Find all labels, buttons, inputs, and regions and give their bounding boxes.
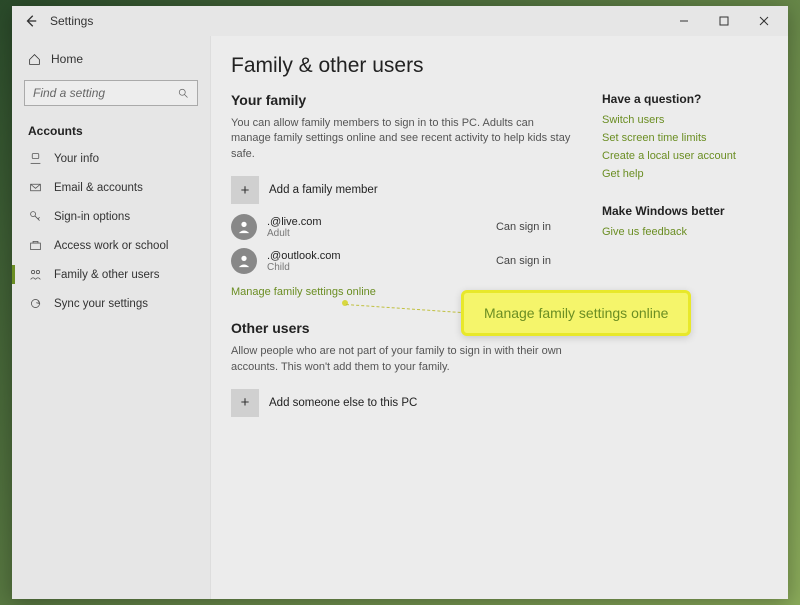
- maximize-button[interactable]: [704, 6, 744, 36]
- help-link-screen-time[interactable]: Set screen time limits: [602, 132, 762, 144]
- sidebar-item-label: Family & other users: [54, 269, 159, 281]
- sidebar-item-signin[interactable]: Sign-in options: [12, 202, 210, 231]
- member-email: .@live.com: [267, 216, 417, 228]
- sidebar-item-your-info[interactable]: Your info: [12, 144, 210, 173]
- sidebar-item-family[interactable]: Family & other users: [12, 260, 210, 289]
- help-link-switch-users[interactable]: Switch users: [602, 114, 762, 126]
- add-other-user-button[interactable]: + Add someone else to this PC: [231, 389, 571, 417]
- family-member-row[interactable]: .@outlook.com Child Can sign in: [231, 248, 571, 274]
- sidebar-item-label: Your info: [54, 153, 99, 165]
- back-button[interactable]: [16, 6, 46, 36]
- key-icon: [28, 210, 42, 223]
- member-status: Can sign in: [496, 221, 551, 233]
- add-family-label: Add a family member: [269, 184, 378, 196]
- search-icon: [177, 87, 189, 99]
- annotation-text: Manage family settings online: [484, 305, 668, 321]
- window-title: Settings: [50, 14, 93, 28]
- home-icon: [28, 53, 41, 66]
- plus-icon: +: [231, 176, 259, 204]
- home-label: Home: [51, 52, 83, 66]
- feedback-link[interactable]: Give us feedback: [602, 226, 762, 238]
- settings-window: Settings Home Find a setting Accounts: [12, 6, 788, 599]
- sidebar-section-title: Accounts: [12, 114, 210, 144]
- minimize-icon: [679, 16, 689, 26]
- feedback-heading: Make Windows better: [602, 204, 762, 218]
- your-family-description: You can allow family members to sign in …: [231, 116, 571, 162]
- family-icon: [28, 268, 42, 281]
- minimize-button[interactable]: [664, 6, 704, 36]
- member-email: .@outlook.com: [267, 250, 417, 262]
- home-nav[interactable]: Home: [12, 46, 210, 72]
- sidebar-item-label: Sign-in options: [54, 211, 130, 223]
- back-arrow-icon: [24, 14, 38, 28]
- page-title: Family & other users: [231, 54, 768, 78]
- sidebar-item-sync[interactable]: Sync your settings: [12, 289, 210, 318]
- sidebar-item-label: Sync your settings: [54, 298, 148, 310]
- close-icon: [759, 16, 769, 26]
- maximize-icon: [719, 16, 729, 26]
- sidebar-item-email[interactable]: Email & accounts: [12, 173, 210, 202]
- sync-icon: [28, 297, 42, 310]
- close-button[interactable]: [744, 6, 784, 36]
- add-family-member-button[interactable]: + Add a family member: [231, 176, 571, 204]
- member-info: .@outlook.com Child: [267, 250, 417, 273]
- manage-family-link[interactable]: Manage family settings online: [231, 286, 376, 298]
- avatar-icon: [231, 248, 257, 274]
- other-users-description: Allow people who are not part of your fa…: [231, 344, 571, 375]
- left-column: Your family You can allow family members…: [231, 92, 571, 427]
- annotation-callout: Manage family settings online: [461, 290, 691, 336]
- family-member-row[interactable]: .@live.com Adult Can sign in: [231, 214, 571, 240]
- avatar-icon: [231, 214, 257, 240]
- sidebar-item-label: Email & accounts: [54, 182, 143, 194]
- help-heading: Have a question?: [602, 92, 762, 106]
- content-area: Home Find a setting Accounts Your info E…: [12, 36, 788, 599]
- mail-icon: [28, 181, 42, 194]
- search-placeholder: Find a setting: [33, 86, 177, 100]
- member-status: Can sign in: [496, 255, 551, 267]
- help-link-local-account[interactable]: Create a local user account: [602, 150, 762, 162]
- briefcase-icon: [28, 239, 42, 252]
- member-role: Adult: [267, 228, 417, 239]
- add-other-label: Add someone else to this PC: [269, 397, 417, 409]
- sidebar-item-label: Access work or school: [54, 240, 168, 252]
- title-bar: Settings: [12, 6, 788, 36]
- user-icon: [28, 152, 42, 165]
- main-panel: Family & other users Your family You can…: [210, 36, 788, 599]
- your-family-heading: Your family: [231, 92, 571, 108]
- sidebar: Home Find a setting Accounts Your info E…: [12, 36, 210, 599]
- member-role: Child: [267, 262, 417, 273]
- search-input[interactable]: Find a setting: [24, 80, 198, 106]
- plus-icon: +: [231, 389, 259, 417]
- member-info: .@live.com Adult: [267, 216, 417, 239]
- right-column: Have a question? Switch users Set screen…: [602, 92, 762, 244]
- sidebar-item-work-school[interactable]: Access work or school: [12, 231, 210, 260]
- help-link-get-help[interactable]: Get help: [602, 168, 762, 180]
